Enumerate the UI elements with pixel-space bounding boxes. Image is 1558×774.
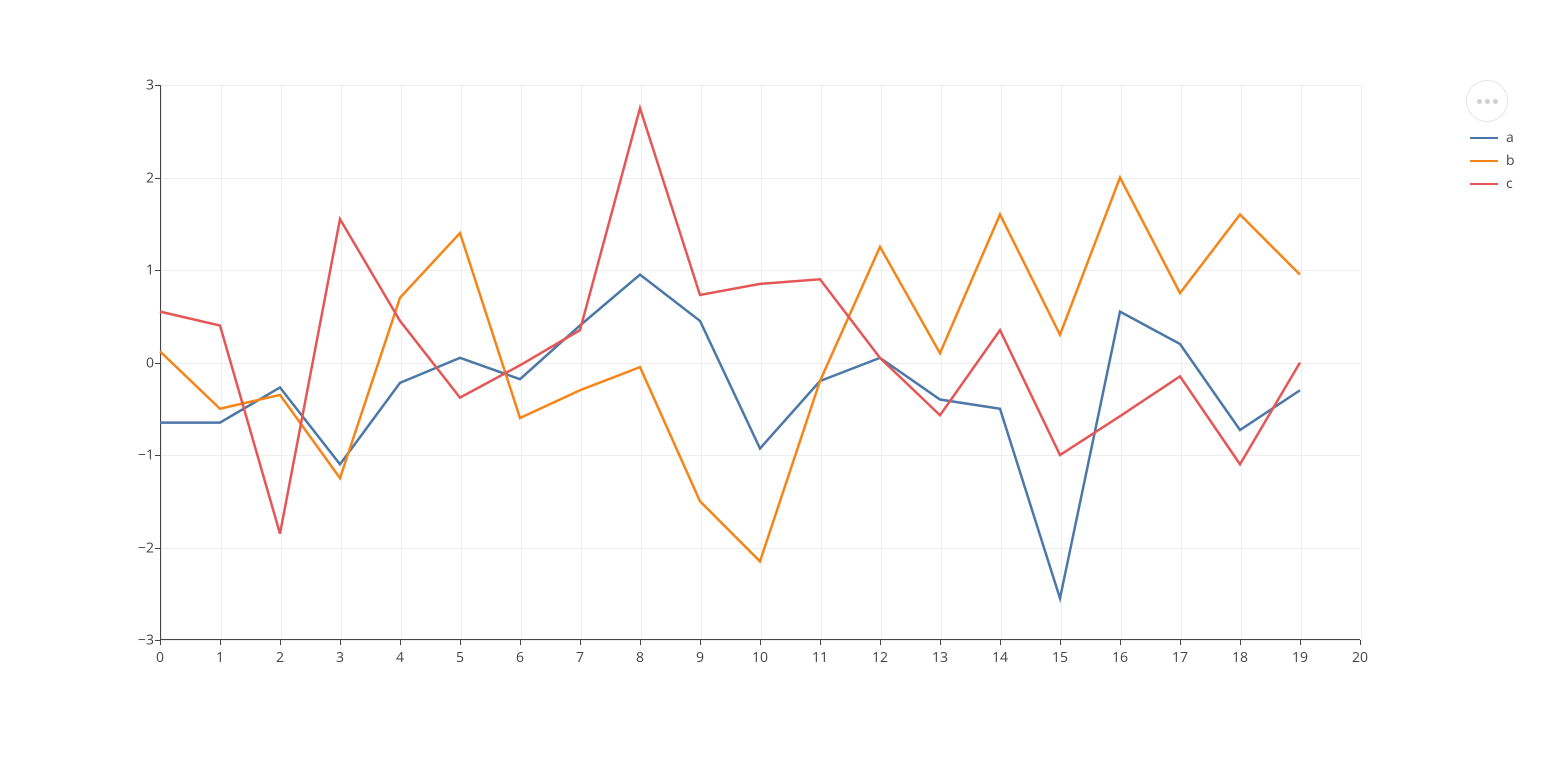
- x-tick-label: 17: [1172, 648, 1188, 667]
- tick-mark-x: [760, 640, 761, 645]
- chart-lines: [160, 85, 1360, 640]
- legend-swatch-c: [1470, 183, 1498, 185]
- tick-mark-x: [820, 640, 821, 645]
- tick-mark-x: [880, 640, 881, 645]
- tick-mark-x: [1300, 640, 1301, 645]
- legend-item-a[interactable]: a: [1470, 128, 1515, 147]
- x-tick-label: 11: [812, 648, 828, 667]
- x-tick-label: 1: [216, 648, 224, 667]
- x-tick-label: 9: [696, 648, 704, 667]
- legend: a b c: [1470, 128, 1515, 197]
- x-tick-label: 8: [636, 648, 644, 667]
- tick-mark-x: [1240, 640, 1241, 645]
- x-tick-label: 20: [1352, 648, 1368, 667]
- legend-swatch-a: [1470, 137, 1498, 139]
- tick-mark-x: [580, 640, 581, 645]
- tick-mark-y: [155, 363, 160, 364]
- x-tick-label: 0: [156, 648, 164, 667]
- x-tick-label: 15: [1052, 648, 1068, 667]
- tick-mark-x: [700, 640, 701, 645]
- x-tick-label: 7: [576, 648, 584, 667]
- x-tick-label: 10: [752, 648, 768, 667]
- tick-mark-x: [460, 640, 461, 645]
- legend-item-b[interactable]: b: [1470, 151, 1515, 170]
- ellipsis-icon: [1485, 99, 1490, 104]
- gridline-v: [1361, 85, 1362, 639]
- y-tick-label: −1: [130, 446, 154, 465]
- tick-mark-x: [400, 640, 401, 645]
- legend-label-b: b: [1506, 151, 1515, 170]
- tick-mark-x: [640, 640, 641, 645]
- tick-mark-x: [160, 640, 161, 645]
- legend-label-a: a: [1506, 128, 1514, 147]
- y-tick-label: 1: [130, 261, 154, 280]
- tick-mark-x: [520, 640, 521, 645]
- tick-mark-y: [155, 548, 160, 549]
- tick-mark-y: [155, 270, 160, 271]
- tick-mark-x: [1180, 640, 1181, 645]
- series-line-a[interactable]: [160, 275, 1300, 599]
- x-tick-label: 19: [1292, 648, 1308, 667]
- legend-swatch-b: [1470, 160, 1498, 162]
- tick-mark-x: [1360, 640, 1361, 645]
- y-tick-label: 0: [130, 353, 154, 372]
- tick-mark-x: [940, 640, 941, 645]
- y-tick-label: 2: [130, 168, 154, 187]
- tick-mark-y: [155, 178, 160, 179]
- x-tick-label: 14: [992, 648, 1008, 667]
- x-tick-label: 18: [1232, 648, 1248, 667]
- x-tick-label: 5: [456, 648, 464, 667]
- tick-mark-x: [1120, 640, 1121, 645]
- ellipsis-icon: [1477, 99, 1482, 104]
- legend-label-c: c: [1506, 174, 1513, 193]
- y-tick-label: −2: [130, 538, 154, 557]
- series-line-c[interactable]: [160, 108, 1300, 534]
- tick-mark-x: [1000, 640, 1001, 645]
- tick-mark-x: [340, 640, 341, 645]
- tick-mark-y: [155, 455, 160, 456]
- x-tick-label: 6: [516, 648, 524, 667]
- tick-mark-x: [1060, 640, 1061, 645]
- x-tick-label: 16: [1112, 648, 1128, 667]
- y-tick-label: 3: [130, 76, 154, 95]
- tick-mark-y: [155, 85, 160, 86]
- tick-mark-x: [280, 640, 281, 645]
- chart-container: a b c 01234567891011121314151617181920−3…: [80, 40, 1520, 740]
- y-tick-label: −3: [130, 631, 154, 650]
- ellipsis-icon: [1493, 99, 1498, 104]
- x-tick-label: 3: [336, 648, 344, 667]
- tick-mark-x: [220, 640, 221, 645]
- x-tick-label: 12: [872, 648, 888, 667]
- x-tick-label: 2: [276, 648, 284, 667]
- legend-item-c[interactable]: c: [1470, 174, 1515, 193]
- series-line-b[interactable]: [160, 178, 1300, 562]
- tick-mark-y: [155, 640, 160, 641]
- x-tick-label: 13: [932, 648, 948, 667]
- x-tick-label: 4: [396, 648, 404, 667]
- chart-options-button[interactable]: [1466, 80, 1508, 122]
